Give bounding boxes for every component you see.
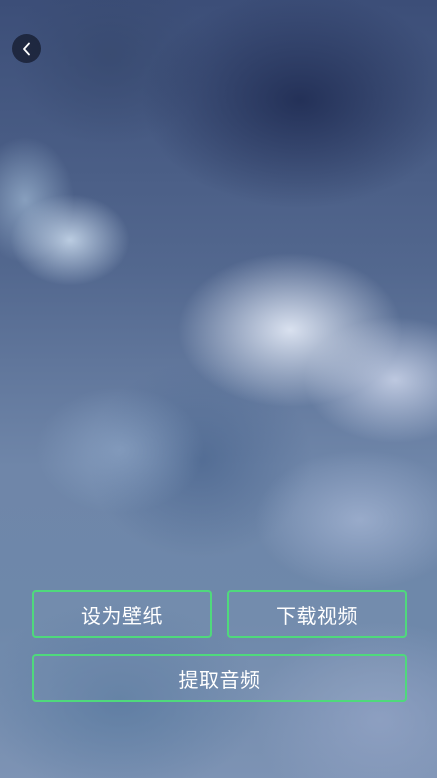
extract-audio-button[interactable]: 提取音频 — [32, 654, 407, 702]
back-button[interactable] — [12, 34, 41, 63]
download-video-label: 下载视频 — [276, 603, 358, 628]
chevron-left-icon — [21, 42, 33, 56]
extract-audio-label: 提取音频 — [178, 667, 261, 692]
download-video-button[interactable]: 下载视频 — [227, 590, 407, 638]
wallpaper-preview-screen: 设为壁纸 下载视频 提取音频 — [0, 0, 437, 778]
set-wallpaper-button[interactable]: 设为壁纸 — [32, 590, 212, 638]
set-wallpaper-label: 设为壁纸 — [81, 603, 163, 628]
